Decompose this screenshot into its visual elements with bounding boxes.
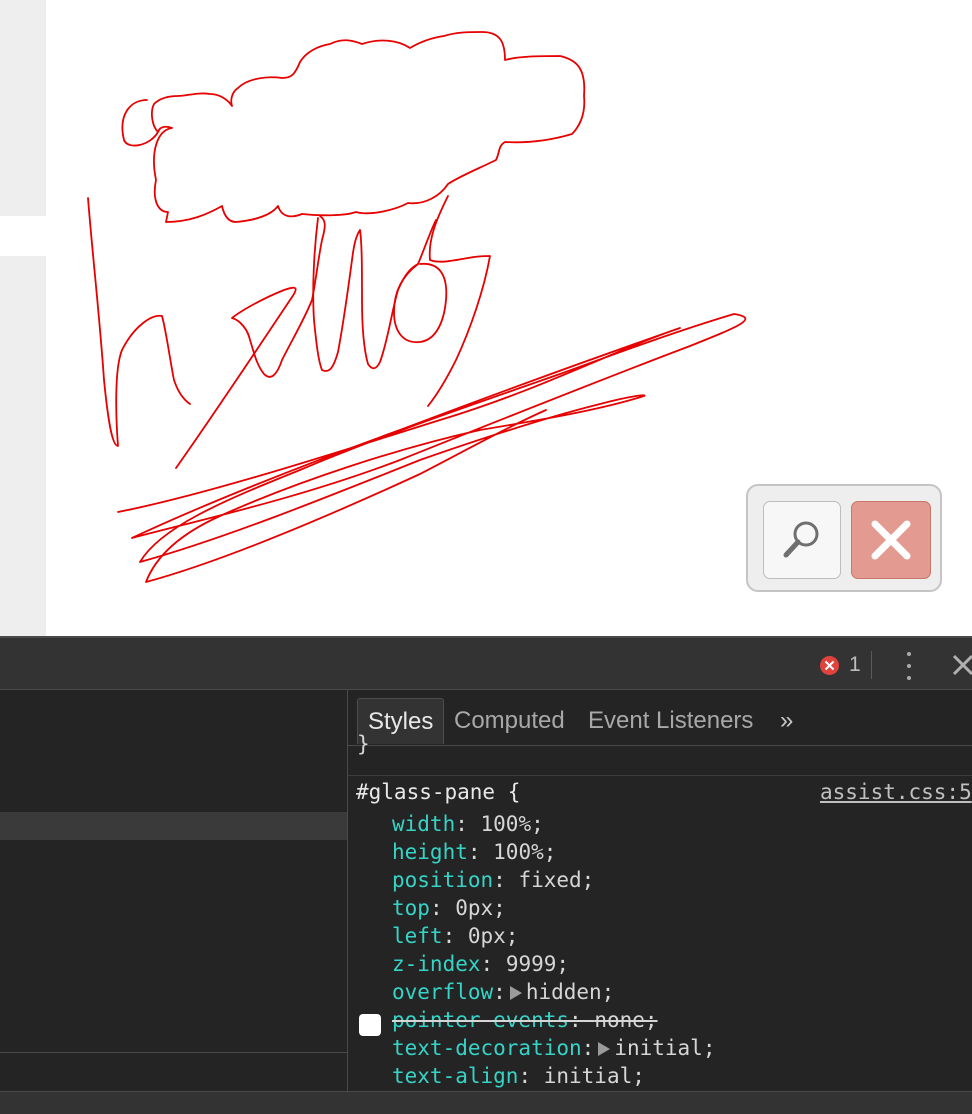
kebab-menu-icon[interactable] [898, 652, 920, 680]
breadcrumb-divider [0, 1052, 347, 1053]
devtools-panel: 1 Styles Computed Event Listeners » } #g… [0, 636, 972, 1114]
css-property[interactable]: top: 0px; [392, 894, 506, 922]
css-property[interactable]: text-align: initial; [392, 1062, 645, 1090]
tab-event-listeners[interactable]: Event Listeners [588, 698, 753, 744]
styles-rules: } #glass-pane { assist.css:5 width: 100%… [348, 732, 972, 1091]
sidebar-tab-bar: Styles Computed Event Listeners » [348, 690, 972, 746]
devtools-toolbar: 1 [0, 636, 972, 690]
drawer-bar [0, 1091, 972, 1114]
selected-node-row[interactable] [0, 812, 347, 840]
underline-scribble-1 [117, 313, 747, 583]
previous-rule-brace: } [357, 732, 370, 756]
styles-sidebar: Styles Computed Event Listeners » } #gla… [348, 690, 972, 1091]
close-button[interactable] [851, 501, 931, 579]
css-property[interactable]: z-index: 9999; [392, 950, 569, 978]
letter-h-scribble [87, 197, 191, 447]
rule-selector[interactable]: #glass-pane { [356, 780, 520, 804]
devtools-close-icon[interactable] [950, 652, 972, 678]
magnifier-icon [783, 521, 819, 558]
expand-triangle-icon[interactable] [509, 986, 522, 1000]
property-toggle-checkbox[interactable] [359, 1014, 381, 1036]
css-property[interactable]: left: 0px; [392, 922, 518, 950]
cloud-scribble [121, 31, 586, 223]
letter-e-scribble [175, 215, 326, 469]
elements-tree-pane[interactable] [0, 690, 348, 1091]
more-tabs-chevron-icon[interactable]: » [780, 698, 793, 744]
tab-computed[interactable]: Computed [454, 698, 565, 744]
error-count: 1 [849, 653, 861, 676]
css-property[interactable]: text-decoration: initial; [392, 1034, 715, 1062]
css-property[interactable]: width: 100%; [392, 810, 544, 838]
zoom-button[interactable] [763, 501, 841, 579]
letter-l1-scribble [312, 217, 419, 372]
rule-source-link[interactable]: assist.css:5 [820, 780, 972, 804]
expand-triangle-icon[interactable] [598, 1042, 611, 1056]
css-property[interactable]: height: 100%; [392, 838, 556, 866]
tab-styles[interactable]: Styles [357, 698, 445, 744]
css-property[interactable]: position: fixed; [392, 866, 594, 894]
error-circle-icon [820, 655, 839, 675]
toolbar-divider [871, 651, 872, 679]
css-property-disabled[interactable]: pointer-events: none; [392, 1006, 658, 1034]
letter-o-scribble [393, 219, 448, 343]
error-counter[interactable]: 1 [820, 653, 861, 676]
css-property[interactable]: overflow: hidden; [392, 978, 614, 1006]
annotation-tool-panel [746, 484, 942, 592]
close-x-icon [871, 520, 911, 560]
page-canvas[interactable] [0, 0, 972, 636]
rule-separator [348, 775, 972, 776]
letter-tail-scribble [427, 195, 491, 407]
